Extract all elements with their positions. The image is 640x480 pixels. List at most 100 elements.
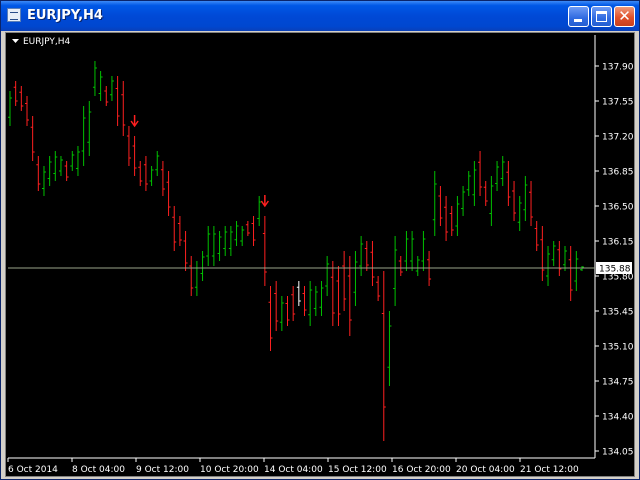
ohlc-bar — [47, 156, 52, 186]
ohlc-bar — [8, 91, 12, 126]
ohlc-bar — [500, 156, 505, 186]
ohlc-bar — [415, 256, 420, 276]
ohlc-bar — [262, 216, 267, 286]
close-icon: ✕ — [618, 7, 631, 25]
ohlc-bar — [172, 206, 177, 251]
ohlc-bar — [217, 231, 222, 261]
maximize-icon — [596, 11, 607, 22]
ohlc-bar — [517, 196, 522, 231]
ohlc-bar — [155, 151, 160, 176]
ohlc-bar — [132, 136, 137, 176]
ohlc-bar — [404, 231, 409, 271]
price-tick-label: 137.90 — [602, 63, 634, 73]
ohlc-bar — [296, 281, 301, 306]
ohlc-bar — [104, 86, 109, 106]
ohlc-bar — [234, 221, 239, 246]
ohlc-bar — [19, 86, 24, 111]
price-tick-label: 136.15 — [602, 238, 634, 248]
ohlc-bar — [177, 216, 182, 246]
down-arrow-icon — [260, 195, 269, 208]
ohlc-bar — [540, 226, 545, 281]
chevron-down-icon — [12, 39, 19, 43]
ohlc-bar — [302, 286, 307, 316]
price-tick-label: 134.40 — [602, 413, 634, 423]
chart-window-icon[interactable] — [7, 8, 21, 22]
time-tick-label: 10 Oct 20:00 — [200, 465, 259, 475]
ohlc-bar — [546, 246, 551, 286]
ohlc-bar — [461, 186, 466, 216]
window-title: EURJPY,H4 — [27, 8, 103, 23]
ohlc-bar — [466, 171, 471, 196]
ohlc-bar — [211, 226, 216, 266]
time-tick-label: 20 Oct 04:00 — [456, 465, 515, 475]
ohlc-bar — [121, 81, 126, 136]
title-bar[interactable]: EURJPY,H4 ✕ — [1, 1, 639, 31]
time-tick-label: 9 Oct 12:00 — [136, 465, 189, 475]
ohlc-bar — [557, 241, 562, 276]
ohlc-bar — [563, 246, 568, 271]
ohlc-bar — [336, 266, 341, 326]
ohlc-bar — [523, 176, 528, 221]
price-tick-label: 136.50 — [602, 203, 634, 213]
ohlc-bar — [53, 151, 58, 181]
ohlc-bar — [160, 161, 165, 196]
ohlc-bar — [512, 181, 517, 221]
time-tick-label: 16 Oct 20:00 — [392, 465, 451, 475]
ohlc-bar — [285, 296, 290, 326]
ohlc-bar — [472, 161, 477, 206]
ohlc-bar — [359, 236, 364, 276]
ohlc-bar — [438, 186, 443, 226]
ohlc-bar — [444, 196, 449, 241]
close-button[interactable]: ✕ — [614, 6, 635, 27]
ohlc-bar — [41, 166, 46, 196]
ohlc-bar — [58, 156, 63, 176]
ohlc-bar — [330, 261, 335, 326]
ohlc-bar — [13, 81, 18, 106]
maximize-button[interactable] — [591, 6, 612, 27]
ohlc-bar — [240, 226, 245, 246]
ohlc-bar — [126, 126, 131, 166]
ohlc-bar — [143, 156, 148, 191]
ohlc-bar — [387, 311, 392, 386]
ohlc-bar — [381, 271, 386, 441]
ohlc-bar — [551, 241, 556, 266]
price-tick-label: 135.10 — [602, 343, 634, 353]
ohlc-bar — [109, 76, 114, 101]
chart-area[interactable]: 137.90 137.55 137.20 136.85 136.50 136.15 135.… — [5, 32, 635, 477]
ohlc-bar — [291, 286, 296, 321]
ohlc-bar — [257, 196, 262, 226]
ohlc-bar — [432, 171, 437, 236]
ohlc-bar — [313, 286, 318, 316]
chart-symbol-label: EURJPY,H4 — [12, 37, 71, 47]
chart-symbol-text: EURJPY,H4 — [23, 37, 71, 47]
time-tick-label: 21 Oct 12:00 — [520, 465, 579, 475]
ohlc-bar — [70, 151, 75, 171]
ohlc-bar — [87, 101, 92, 156]
ohlc-bar — [574, 251, 579, 291]
ohlc-bar — [325, 256, 330, 296]
ohlc-bar — [410, 231, 415, 271]
ohlc-bar — [421, 231, 426, 271]
ohlc-bar — [138, 161, 143, 186]
minimize-button[interactable] — [568, 6, 589, 27]
ohlc-bar — [274, 281, 279, 331]
ohlc-bar — [455, 196, 460, 236]
ohlc-bar — [308, 281, 313, 326]
time-tick-label: 14 Oct 04:00 — [264, 465, 323, 475]
minimize-icon — [574, 19, 582, 22]
price-tick-label: 136.85 — [602, 168, 634, 178]
ohlc-bar — [92, 61, 97, 96]
ohlc-bar — [64, 161, 69, 181]
ohlc-bar — [353, 251, 358, 306]
price-chart[interactable]: 137.90 137.55 137.20 136.85 136.50 136.15 135.… — [6, 33, 634, 476]
ohlc-bar — [206, 226, 211, 266]
ohlc-bar — [370, 241, 375, 286]
ohlc-bar — [268, 286, 273, 351]
price-tick-label: 134.05 — [602, 448, 634, 458]
ohlc-bar — [319, 281, 324, 316]
ohlc-bar — [398, 256, 403, 276]
ohlc-bar — [568, 246, 573, 301]
ohlc-bar — [245, 221, 250, 236]
ohlc-bar — [364, 241, 369, 271]
ohlc-bar — [36, 156, 41, 191]
